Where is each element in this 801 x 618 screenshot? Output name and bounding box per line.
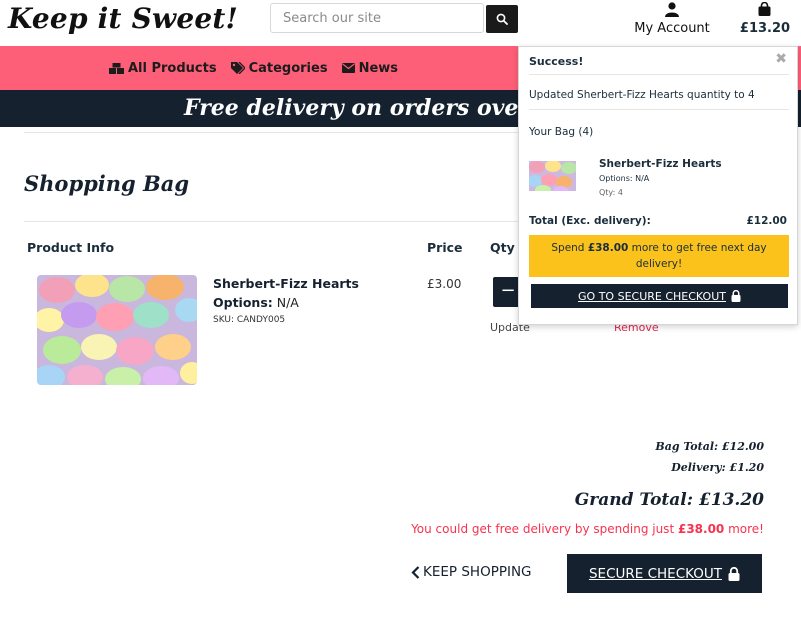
- envelope-icon: [341, 63, 355, 73]
- boxes-icon: [108, 62, 124, 74]
- user-icon: [665, 2, 679, 17]
- secure-checkout-button[interactable]: SECURE CHECKOUT: [567, 554, 762, 593]
- my-account-label: My Account: [634, 21, 710, 36]
- spend-amount: £38.00: [587, 242, 629, 254]
- popup-updated-message: Updated Sherbert-Fizz Hearts quantity to…: [529, 89, 755, 101]
- promo-text: Free delivery on orders over £: [183, 95, 553, 121]
- free-msg-suffix: more!: [724, 522, 764, 536]
- grand-total: Grand Total: £13.20: [574, 490, 764, 510]
- close-icon[interactable]: ✖: [775, 51, 787, 67]
- popup-total-label: Total (Exc. delivery):: [529, 215, 651, 227]
- secure-checkout-label: SECURE CHECKOUT: [588, 565, 722, 582]
- my-account-link[interactable]: My Account: [630, 0, 714, 40]
- lock-icon: [731, 290, 741, 302]
- tags-icon: [230, 62, 245, 74]
- product-name[interactable]: Sherbert-Fizz Hearts: [213, 276, 359, 291]
- product-options: Options: N/A: [213, 295, 299, 310]
- search-input[interactable]: [270, 3, 484, 33]
- page-title: Shopping Bag: [24, 171, 190, 196]
- search-button[interactable]: [486, 5, 518, 33]
- product-options-value: N/A: [276, 295, 299, 310]
- free-msg-amount: £38.00: [677, 522, 725, 536]
- spend-suffix: more to get free next day delivery!: [628, 242, 767, 270]
- popup-product-thumbnail[interactable]: [529, 161, 576, 191]
- column-header-price: Price: [427, 240, 463, 255]
- divider: [529, 109, 789, 110]
- keep-shopping-label: KEEP SHOPPING: [423, 564, 532, 580]
- site-logo[interactable]: Keep it Sweet!: [8, 2, 238, 35]
- spend-prefix: Spend: [551, 242, 588, 254]
- header-bag-total: £13.20: [739, 21, 791, 36]
- chevron-left-icon: [411, 565, 420, 579]
- popup-product-qty: Qty: 4: [599, 188, 623, 197]
- popup-product-options: Options: N/A: [599, 174, 650, 183]
- search-bar: [270, 3, 518, 33]
- product-image[interactable]: [37, 275, 197, 385]
- bag-total: Bag Total: £12.00: [655, 440, 764, 453]
- product-sku: SKU: CANDY005: [213, 315, 286, 325]
- keep-shopping-button[interactable]: KEEP SHOPPING: [411, 564, 532, 580]
- shopping-bag-icon: [758, 2, 771, 16]
- search-icon: [496, 13, 508, 25]
- free-delivery-message: You could get free delivery by spending …: [411, 522, 764, 536]
- free-msg-prefix: You could get free delivery by spending …: [411, 522, 678, 536]
- nav-categories[interactable]: Categories: [230, 60, 328, 76]
- column-header-product: Product Info: [27, 240, 115, 255]
- nav-all-products-label: All Products: [127, 60, 217, 76]
- popup-product-name[interactable]: Sherbert-Fizz Hearts: [599, 158, 722, 170]
- product-options-label: Options:: [213, 295, 273, 310]
- add-to-bag-popup: Success! ✖ Updated Sherbert-Fizz Hearts …: [518, 46, 798, 325]
- order-totals: Bag Total: £12.00 Delivery: £1.20: [655, 436, 764, 478]
- delivery-cost: Delivery: £1.20: [671, 461, 764, 474]
- column-header-qty: Qty: [490, 240, 515, 255]
- nav-all-products[interactable]: All Products: [108, 60, 217, 76]
- divider: [529, 74, 789, 75]
- popup-success-title: Success!: [529, 55, 584, 68]
- popup-your-bag[interactable]: Your Bag (4): [529, 126, 593, 138]
- lock-icon: [728, 566, 740, 581]
- nav-news[interactable]: News: [341, 60, 399, 76]
- popup-checkout-button[interactable]: GO TO SECURE CHECKOUT: [531, 284, 788, 308]
- popup-checkout-label: GO TO SECURE CHECKOUT: [578, 289, 726, 303]
- nav-categories-label: Categories: [248, 60, 328, 76]
- header-bag-link[interactable]: £13.20: [735, 0, 795, 40]
- nav-news-label: News: [358, 60, 399, 76]
- popup-total-value: £12.00: [746, 215, 787, 227]
- popup-free-delivery-banner: Spend £38.00 more to get free next day d…: [529, 235, 789, 277]
- product-price: £3.00: [427, 277, 462, 291]
